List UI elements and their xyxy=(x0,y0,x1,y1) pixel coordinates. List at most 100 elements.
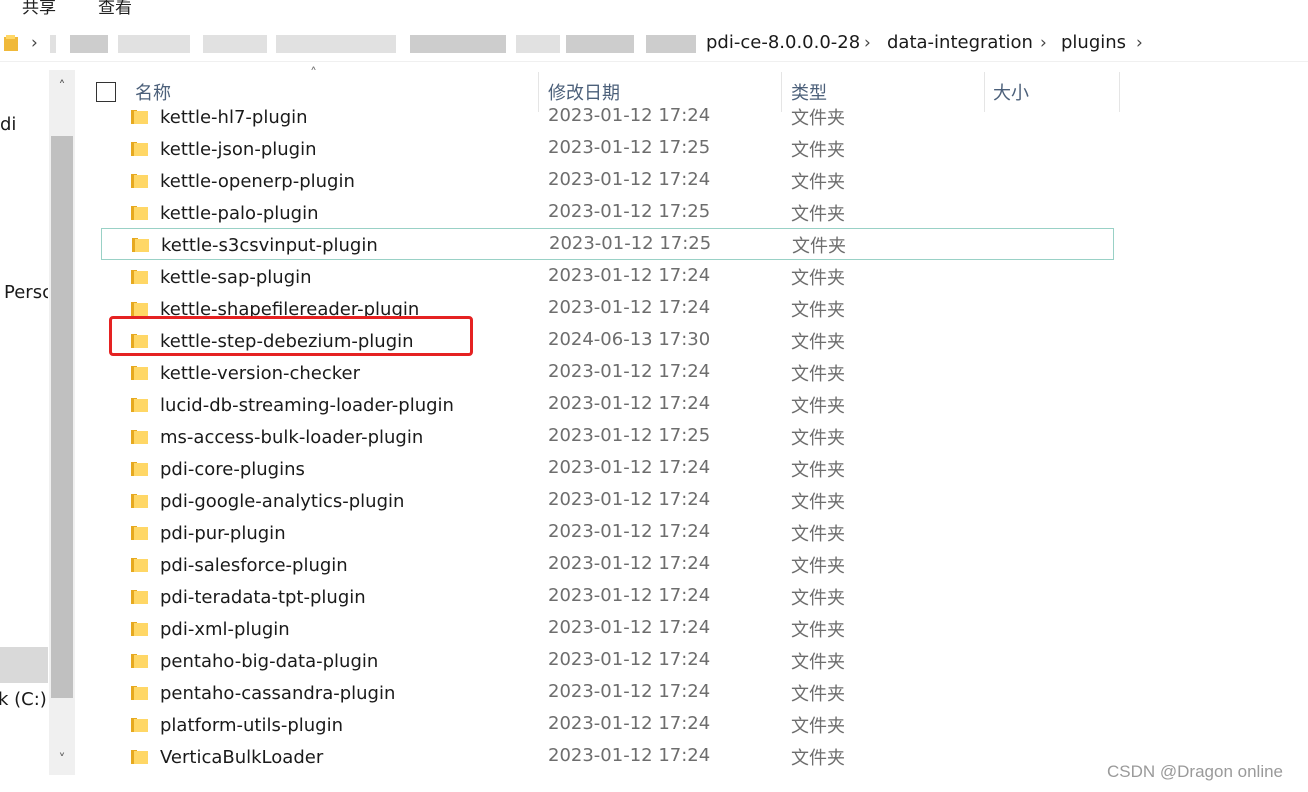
file-row[interactable]: kettle-hl7-plugin 2023-01-12 17:24 文件夹 xyxy=(76,102,1136,133)
file-row[interactable]: kettle-json-plugin 2023-01-12 17:25 文件夹 xyxy=(76,133,1136,165)
file-name-cell[interactable]: pentaho-cassandra-plugin xyxy=(131,677,395,709)
file-name: kettle-openerp-plugin xyxy=(160,170,355,192)
file-name-cell[interactable]: pdi-core-plugins xyxy=(131,453,305,485)
file-modified: 2023-01-12 17:24 xyxy=(548,649,711,670)
file-row[interactable]: pentaho-big-data-plugin 2023-01-12 17:24 文… xyxy=(76,645,1136,677)
scroll-up-icon[interactable]: ˄ xyxy=(49,72,75,102)
file-row[interactable]: pdi-teradata-tpt-plugin 2023-01-12 17:24 文… xyxy=(76,581,1136,613)
file-name-cell[interactable]: pdi-xml-plugin xyxy=(131,613,290,645)
highlight-annotation xyxy=(109,316,473,356)
file-name-cell[interactable]: kettle-hl7-plugin xyxy=(131,102,308,133)
file-name-cell[interactable]: kettle-openerp-plugin xyxy=(131,165,355,197)
redacted-path xyxy=(50,35,56,53)
file-name: platform-utils-plugin xyxy=(160,714,343,736)
address-bar[interactable]: › pdi-ce-8.0.0.0-28 › data-integration ›… xyxy=(0,26,1308,62)
file-row[interactable]: kettle-palo-plugin 2023-01-12 17:25 文件夹 xyxy=(76,197,1136,229)
file-row[interactable]: pdi-salesforce-plugin 2023-01-12 17:24 文件夹 xyxy=(76,549,1136,581)
file-name-cell[interactable]: kettle-palo-plugin xyxy=(131,197,319,229)
redacted-path xyxy=(203,35,267,53)
watermark: CSDN @Dragon online xyxy=(1107,762,1284,781)
folder-icon xyxy=(131,270,148,284)
redacted-path xyxy=(410,35,506,53)
file-name-cell[interactable]: kettle-sap-plugin xyxy=(131,261,312,293)
file-name: kettle-s3csvinput-plugin xyxy=(161,234,378,256)
folder-icon xyxy=(131,398,148,412)
file-name-cell[interactable]: VerticaBulkLoader xyxy=(131,741,323,773)
nav-item-selected[interactable] xyxy=(0,647,48,683)
nav-item[interactable]: di xyxy=(0,114,16,135)
nav-item-drive-c[interactable]: k (C:) xyxy=(0,689,47,710)
chevron-right-icon[interactable]: › xyxy=(31,33,38,53)
file-type: 文件夹 xyxy=(791,332,845,353)
scrollbar-thumb[interactable] xyxy=(51,136,73,698)
file-name: pdi-google-analytics-plugin xyxy=(160,490,405,512)
file-modified: 2023-01-12 17:24 xyxy=(548,105,711,126)
file-name-cell[interactable]: kettle-json-plugin xyxy=(131,133,317,165)
file-name-cell[interactable]: lucid-db-streaming-loader-plugin xyxy=(131,389,454,421)
folder-icon xyxy=(131,174,148,188)
folder-icon xyxy=(131,142,148,156)
file-modified: 2023-01-12 17:24 xyxy=(548,521,711,542)
file-row[interactable]: pdi-core-plugins 2023-01-12 17:24 文件夹 xyxy=(76,453,1136,485)
file-type: 文件夹 xyxy=(791,268,845,289)
file-row[interactable]: VerticaBulkLoader 2023-01-12 17:24 文件夹 xyxy=(76,741,1136,773)
breadcrumb-data-integration[interactable]: data-integration xyxy=(887,32,1033,53)
file-type: 文件夹 xyxy=(791,364,845,385)
file-row[interactable]: kettle-sap-plugin 2023-01-12 17:24 文件夹 xyxy=(76,261,1136,293)
nav-item[interactable]: Persc xyxy=(4,282,48,303)
redacted-path xyxy=(276,35,396,53)
file-name-cell[interactable]: ms-access-bulk-loader-plugin xyxy=(131,421,423,453)
file-modified: 2023-01-12 17:24 xyxy=(548,745,711,766)
folder-icon xyxy=(131,206,148,220)
file-row[interactable]: ms-access-bulk-loader-plugin 2023-01-12 1… xyxy=(76,421,1136,453)
chevron-right-icon[interactable]: › xyxy=(1136,33,1143,53)
file-type: 文件夹 xyxy=(791,428,845,449)
file-name-cell[interactable]: pdi-salesforce-plugin xyxy=(131,549,348,581)
file-name: VerticaBulkLoader xyxy=(160,746,324,768)
file-row[interactable]: pdi-google-analytics-plugin 2023-01-12 17… xyxy=(76,485,1136,517)
file-row[interactable]: pentaho-cassandra-plugin 2023-01-12 17:24… xyxy=(76,677,1136,709)
folder-icon xyxy=(131,494,148,508)
file-type: 文件夹 xyxy=(791,748,845,769)
file-name-cell[interactable]: pentaho-big-data-plugin xyxy=(131,645,378,677)
file-name-cell[interactable]: pdi-teradata-tpt-plugin xyxy=(131,581,366,613)
file-name: kettle-version-checker xyxy=(160,362,361,384)
file-row[interactable]: pdi-pur-plugin 2023-01-12 17:24 文件夹 xyxy=(76,517,1136,549)
chevron-right-icon[interactable]: › xyxy=(864,33,871,53)
file-row[interactable]: kettle-openerp-plugin 2023-01-12 17:24 文件夹 xyxy=(76,165,1136,197)
file-row[interactable]: kettle-version-checker 2023-01-12 17:24 文件… xyxy=(76,357,1136,389)
breadcrumb-plugins[interactable]: plugins xyxy=(1061,32,1126,53)
file-type: 文件夹 xyxy=(791,620,845,641)
folder-icon xyxy=(4,35,18,51)
ribbon-tab-view[interactable]: 查看 xyxy=(98,0,132,18)
file-type: 文件夹 xyxy=(791,684,845,705)
folder-icon xyxy=(131,302,148,316)
navigation-pane: di Persc k (C:) xyxy=(0,70,48,775)
nav-scrollbar[interactable]: ˄ ˅ xyxy=(49,70,75,775)
select-all-checkbox[interactable] xyxy=(96,82,116,102)
file-row[interactable]: pdi-xml-plugin 2023-01-12 17:24 文件夹 xyxy=(76,613,1136,645)
breadcrumb-pdi[interactable]: pdi-ce-8.0.0.0-28 xyxy=(706,32,860,53)
folder-icon xyxy=(131,654,148,668)
file-name-cell[interactable]: pdi-pur-plugin xyxy=(131,517,286,549)
file-row[interactable]: lucid-db-streaming-loader-plugin 2023-01-… xyxy=(76,389,1136,421)
file-modified: 2024-06-13 17:30 xyxy=(548,329,711,350)
file-row[interactable]: kettle-s3csvinput-plugin 2023-01-12 17:25… xyxy=(101,228,1114,260)
scroll-down-icon[interactable]: ˅ xyxy=(49,745,75,775)
file-type: 文件夹 xyxy=(791,524,845,545)
redacted-path xyxy=(70,35,108,53)
file-name-cell[interactable]: kettle-version-checker xyxy=(131,357,360,389)
file-name: kettle-palo-plugin xyxy=(160,202,319,224)
file-row[interactable]: platform-utils-plugin 2023-01-12 17:24 文件夹 xyxy=(76,709,1136,741)
file-modified: 2023-01-12 17:24 xyxy=(548,393,711,414)
file-type: 文件夹 xyxy=(791,588,845,609)
file-type: 文件夹 xyxy=(791,204,845,225)
ribbon-tab-share[interactable]: 共享 xyxy=(22,0,56,18)
chevron-right-icon[interactable]: › xyxy=(1040,33,1047,53)
file-modified: 2023-01-12 17:25 xyxy=(549,233,712,254)
file-name-cell[interactable]: kettle-s3csvinput-plugin xyxy=(132,229,378,261)
file-name-cell[interactable]: pdi-google-analytics-plugin xyxy=(131,485,404,517)
file-name-cell[interactable]: platform-utils-plugin xyxy=(131,709,343,741)
redacted-path xyxy=(516,35,560,53)
file-modified: 2023-01-12 17:25 xyxy=(548,425,711,446)
